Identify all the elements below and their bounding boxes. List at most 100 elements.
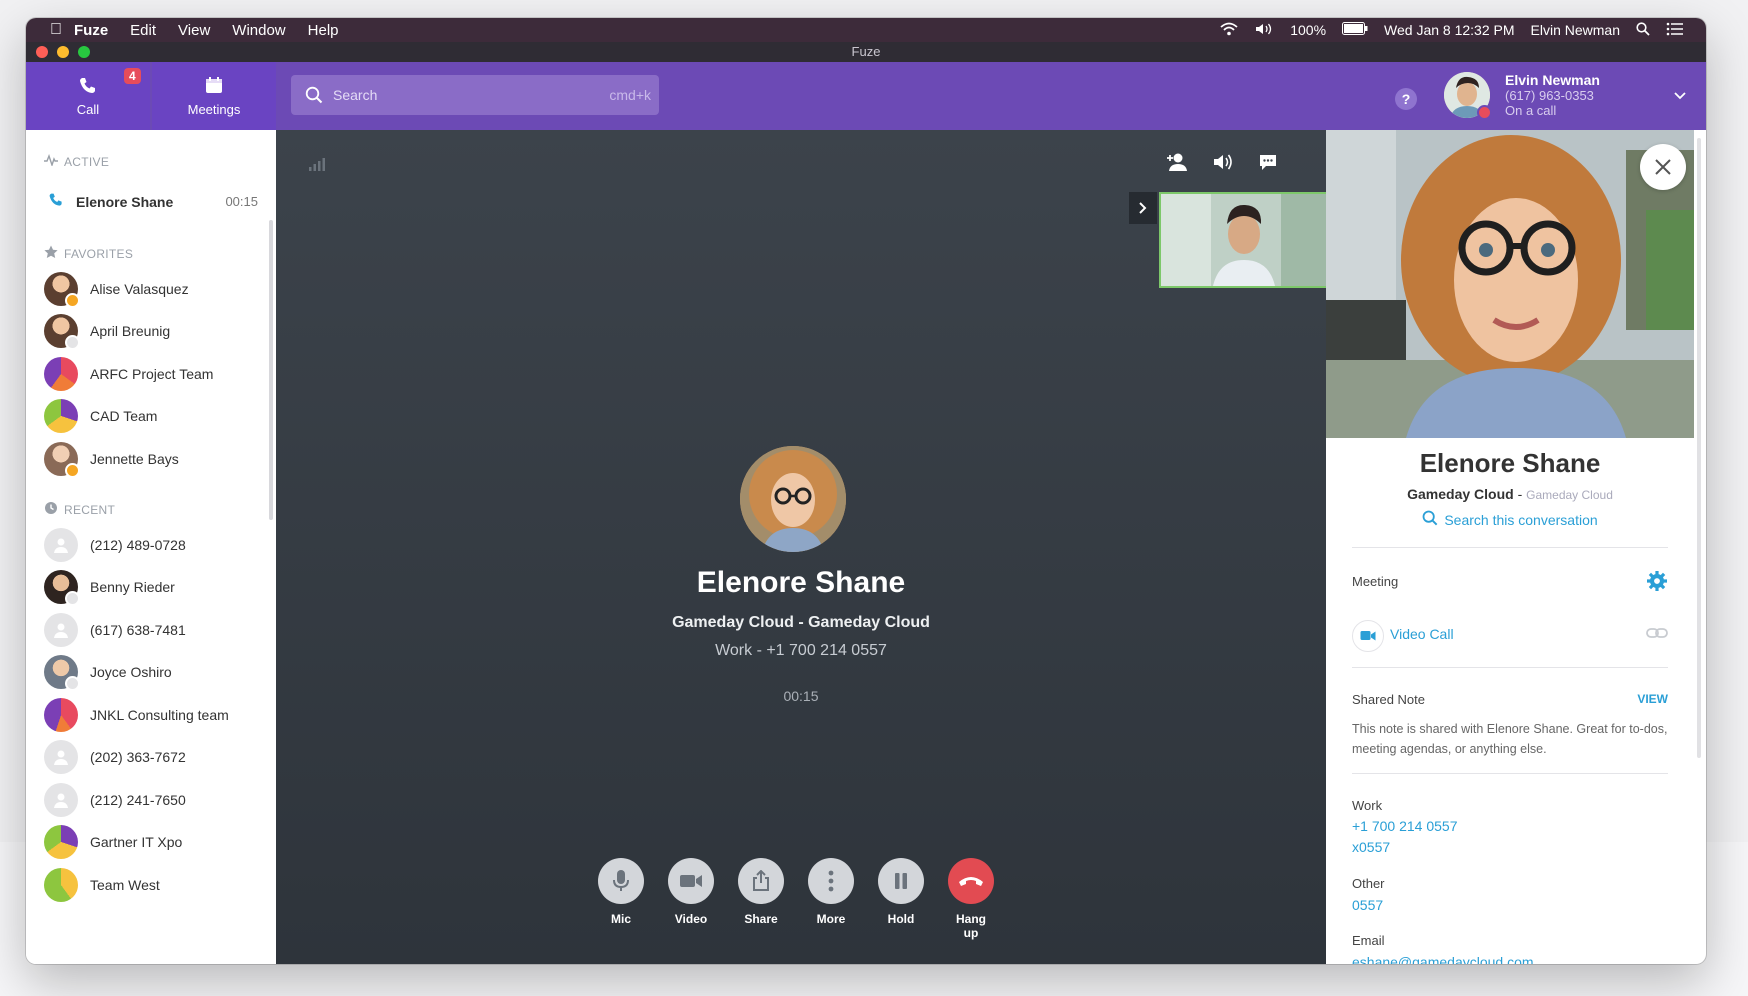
- user-info[interactable]: Elvin Newman (617) 963-0353 On a call: [1505, 72, 1600, 119]
- list-item[interactable]: Joyce Oshiro: [44, 653, 172, 691]
- sidebar-scrollbar[interactable]: [269, 220, 273, 520]
- person-icon: [44, 528, 78, 562]
- battery-icon[interactable]: [1342, 22, 1368, 38]
- work-label: Work: [1352, 798, 1383, 813]
- search-input[interactable]: Search cmd+k: [291, 75, 659, 115]
- list-item[interactable]: Alise Valasquez: [44, 270, 189, 308]
- chevron-down-icon[interactable]: [1673, 88, 1687, 106]
- callee-name: Elenore Shane: [696, 566, 906, 599]
- wifi-icon[interactable]: [1220, 22, 1238, 39]
- more-button[interactable]: More: [808, 858, 854, 940]
- callee-work-number: Work - +1 700 214 0557: [715, 642, 887, 659]
- email-label: Email: [1352, 933, 1385, 948]
- chevron-right-icon[interactable]: [1129, 192, 1157, 224]
- work-extension-link[interactable]: x0557: [1352, 839, 1390, 855]
- menu-app[interactable]: Fuze: [74, 22, 108, 39]
- callee-organization: Gameday Cloud - Gameday Cloud: [672, 614, 930, 631]
- user-name: Elvin Newman: [1505, 72, 1600, 88]
- window-title: Fuze: [26, 42, 1706, 62]
- share-button[interactable]: Share: [738, 858, 784, 940]
- share-screen-icon: [738, 858, 784, 904]
- close-panel-button[interactable]: [1640, 144, 1686, 190]
- list-item[interactable]: Jennette Bays: [44, 440, 179, 478]
- more-vertical-icon: [808, 858, 854, 904]
- window-controls: [36, 46, 90, 58]
- nav-meetings[interactable]: Meetings: [152, 62, 276, 130]
- menu-view[interactable]: View: [178, 22, 210, 39]
- menu-help[interactable]: Help: [308, 22, 339, 39]
- close-icon: [1655, 159, 1671, 175]
- hang-up-button[interactable]: Hang up: [948, 858, 994, 940]
- hold-button[interactable]: Hold: [878, 858, 924, 940]
- clock-icon: [44, 501, 58, 518]
- nav-call[interactable]: Call 4: [26, 62, 150, 130]
- apple-icon[interactable]: : [38, 21, 74, 39]
- meeting-label: Meeting: [1352, 574, 1399, 589]
- gear-icon[interactable]: [1646, 570, 1668, 597]
- favorites-section-header: FAVORITES: [44, 245, 133, 262]
- calendar-icon: [152, 76, 276, 98]
- volume-icon[interactable]: [1254, 22, 1274, 39]
- video-call-link[interactable]: Video Call: [1390, 626, 1454, 642]
- active-call-item[interactable]: Elenore Shane 00:15: [48, 192, 258, 211]
- person-icon: [44, 740, 78, 774]
- call-controls: Mic Video Share More Hold Hang up: [598, 858, 994, 940]
- list-item[interactable]: Team West: [44, 866, 160, 904]
- user-status: On a call: [1505, 103, 1557, 118]
- user-status-indicator: [1477, 105, 1492, 120]
- callee-avatar: [740, 446, 846, 552]
- contact-photo: [1326, 130, 1694, 438]
- mic-button[interactable]: Mic: [598, 858, 644, 940]
- search-conversation-link[interactable]: Search this conversation: [1326, 510, 1694, 529]
- avatar: [44, 272, 80, 308]
- contact-panel: Elenore Shane Gameday Cloud - Gameday Cl…: [1326, 130, 1694, 964]
- minimize-window-button[interactable]: [57, 46, 69, 58]
- avatar: [44, 442, 80, 478]
- notification-center-icon[interactable]: [1666, 22, 1684, 39]
- divider: [1352, 773, 1668, 774]
- avatar: [44, 655, 80, 691]
- stage-toolbar: [1166, 152, 1278, 177]
- list-item[interactable]: Benny Rieder: [44, 568, 175, 606]
- avatar: [44, 570, 80, 606]
- other-number-link[interactable]: 0557: [1352, 897, 1383, 913]
- menubar-user[interactable]: Elvin Newman: [1531, 22, 1620, 38]
- list-item[interactable]: CAD Team: [44, 397, 157, 435]
- signal-strength-icon: [308, 156, 326, 177]
- avatar: [44, 698, 78, 732]
- list-item[interactable]: (212) 489-0728: [44, 526, 186, 564]
- person-icon: [44, 613, 78, 647]
- avatar: [44, 399, 78, 433]
- menu-window[interactable]: Window: [232, 22, 285, 39]
- work-number-link[interactable]: +1 700 214 0557: [1352, 818, 1458, 834]
- avatar: [44, 825, 78, 859]
- active-section-header: ACTIVE: [44, 153, 109, 169]
- panel-scrollbar[interactable]: [1697, 138, 1701, 758]
- recent-section-header: RECENT: [44, 501, 115, 518]
- add-participant-icon[interactable]: [1166, 152, 1188, 177]
- self-video-preview[interactable]: [1159, 192, 1329, 288]
- call-timer: 00:15: [783, 688, 819, 704]
- list-item[interactable]: JNKL Consulting team: [44, 696, 229, 734]
- email-link[interactable]: eshane@gamedaycloud.com: [1352, 954, 1534, 964]
- speaker-icon[interactable]: [1212, 152, 1234, 177]
- shared-note-text: This note is shared with Elenore Shane. …: [1352, 722, 1668, 756]
- zoom-window-button[interactable]: [78, 46, 90, 58]
- list-item[interactable]: Gartner IT Xpo: [44, 823, 182, 861]
- close-window-button[interactable]: [36, 46, 48, 58]
- contact-name: Elenore Shane: [1419, 448, 1601, 478]
- chat-icon[interactable]: [1258, 152, 1278, 177]
- list-item[interactable]: April Breunig: [44, 312, 170, 350]
- list-item[interactable]: (617) 638-7481: [44, 611, 186, 649]
- list-item[interactable]: (202) 363-7672: [44, 738, 186, 776]
- microphone-icon: [598, 858, 644, 904]
- video-button[interactable]: Video: [668, 858, 714, 940]
- help-button[interactable]: ?: [1395, 88, 1417, 110]
- menubar-clock[interactable]: Wed Jan 8 12:32 PM: [1384, 22, 1514, 38]
- list-item[interactable]: ARFC Project Team: [44, 355, 213, 393]
- spotlight-icon[interactable]: [1636, 21, 1650, 39]
- list-item[interactable]: (212) 241-7650: [44, 781, 186, 819]
- menu-edit[interactable]: Edit: [130, 22, 156, 39]
- view-note-link[interactable]: VIEW: [1637, 692, 1668, 706]
- link-icon[interactable]: [1646, 626, 1668, 644]
